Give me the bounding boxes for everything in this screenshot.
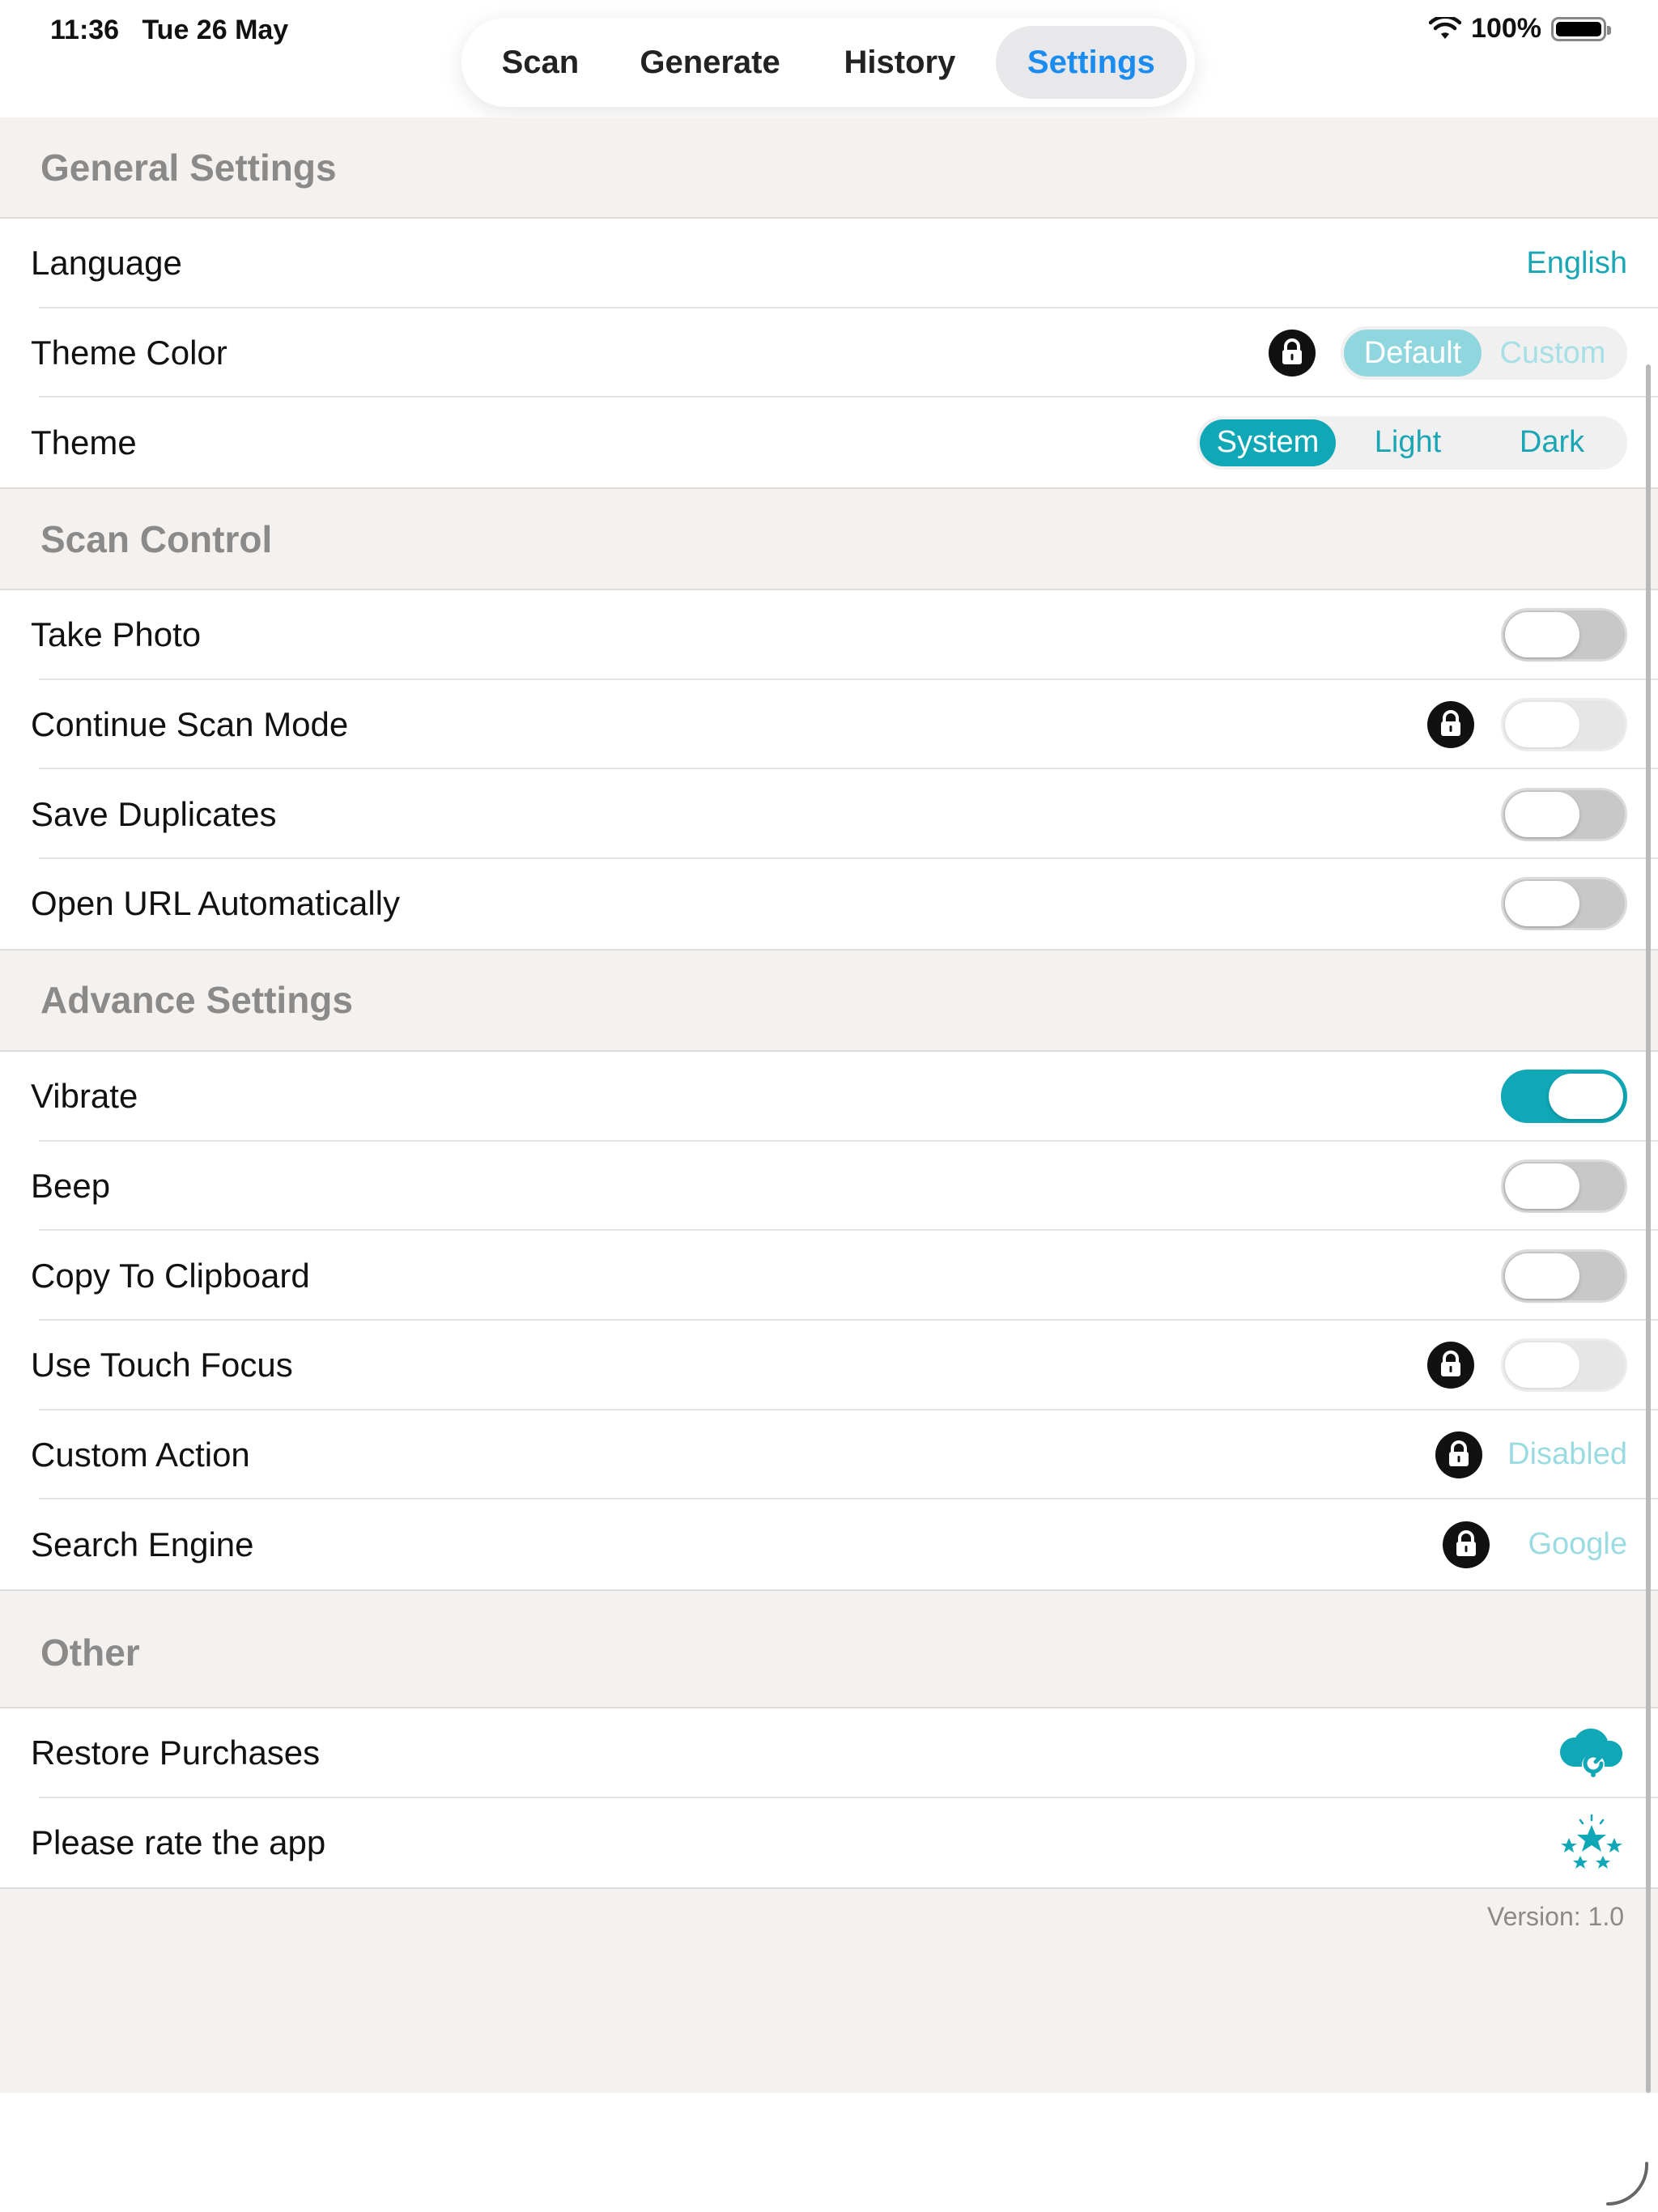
row-theme-color: Theme Color Default Custom [0, 308, 1658, 398]
row-label: Open URL Automatically [31, 884, 400, 923]
lock-icon [1427, 1342, 1474, 1389]
section-header-general: General Settings [0, 117, 1658, 219]
theme-segmented[interactable]: System Light Dark [1197, 415, 1627, 470]
section-header-advance: Advance Settings [0, 951, 1658, 1052]
version-label: Version: 1.0 [1487, 1902, 1624, 1932]
continue-scan-mode-toggle[interactable] [1501, 698, 1627, 752]
row-use-touch-focus: Use Touch Focus [0, 1321, 1658, 1410]
lock-icon [1269, 330, 1316, 377]
row-label: Theme Color [31, 334, 227, 372]
save-duplicates-toggle[interactable] [1501, 787, 1627, 841]
tab-history[interactable]: History [810, 26, 988, 99]
battery-percent: 100% [1471, 13, 1541, 44]
cloud-restore-icon [1559, 1729, 1623, 1778]
row-label: Save Duplicates [31, 794, 277, 833]
row-label: Restore Purchases [31, 1733, 321, 1772]
row-label: Vibrate [31, 1077, 138, 1116]
row-search-engine[interactable]: Search Engine Google [0, 1499, 1658, 1589]
theme-color-segmented[interactable]: Default Custom [1341, 326, 1627, 381]
section-header-other: Other [0, 1591, 1658, 1708]
row-open-url-automatically: Open URL Automatically [0, 859, 1658, 949]
wifi-icon [1429, 16, 1462, 39]
custom-action-value[interactable]: Disabled [1507, 1437, 1627, 1472]
lock-icon [1427, 701, 1474, 749]
row-save-duplicates: Save Duplicates [0, 769, 1658, 859]
tab-generate[interactable]: Generate [614, 26, 806, 99]
row-theme: Theme System Light Dark [0, 398, 1658, 487]
row-label: Theme [31, 423, 137, 462]
theme-light[interactable]: Light [1336, 419, 1480, 466]
status-time: 11:36 Tue 26 May [50, 15, 289, 45]
row-vibrate: Vibrate [0, 1052, 1658, 1142]
battery-icon [1551, 16, 1611, 41]
lock-icon [1443, 1521, 1490, 1568]
settings-list[interactable]: General Settings Language English Theme … [0, 117, 1658, 2093]
section-general: Language English Theme Color Default Cus… [0, 219, 1658, 490]
theme-color-default[interactable]: Default [1344, 330, 1482, 377]
loading-spinner-icon [1606, 2162, 1649, 2206]
vibrate-toggle[interactable] [1501, 1070, 1627, 1124]
section-advance: Vibrate Beep Copy To Clipboard Use Touch… [0, 1051, 1658, 1591]
row-language[interactable]: Language English [0, 219, 1658, 308]
search-engine-value[interactable]: Google [1528, 1527, 1627, 1562]
row-label: Continue Scan Mode [31, 705, 349, 744]
take-photo-toggle[interactable] [1501, 608, 1627, 662]
theme-system[interactable]: System [1200, 419, 1336, 466]
row-label: Language [31, 244, 182, 283]
theme-color-custom[interactable]: Custom [1482, 330, 1624, 376]
row-label: Copy To Clipboard [31, 1256, 310, 1295]
row-continue-scan-mode: Continue Scan Mode [0, 680, 1658, 770]
row-beep: Beep [0, 1142, 1658, 1231]
section-header-scan-control: Scan Control [0, 489, 1658, 591]
copy-to-clipboard-toggle[interactable] [1501, 1249, 1627, 1303]
row-take-photo: Take Photo [0, 590, 1658, 680]
tab-scan[interactable]: Scan [476, 26, 605, 99]
section-other: Restore Purchases Please rate the app [0, 1708, 1658, 1890]
stars-icon [1561, 1814, 1622, 1869]
language-value[interactable]: English [1526, 246, 1627, 281]
top-tab-bar: Scan Generate History Settings [461, 18, 1195, 107]
row-custom-action[interactable]: Custom Action Disabled [0, 1410, 1658, 1500]
row-label: Take Photo [31, 615, 202, 654]
beep-toggle[interactable] [1501, 1159, 1627, 1213]
row-label: Search Engine [31, 1525, 254, 1563]
tab-settings[interactable]: Settings [995, 26, 1187, 99]
row-rate-app[interactable]: Please rate the app [0, 1798, 1658, 1888]
row-label: Please rate the app [31, 1823, 326, 1861]
row-label: Beep [31, 1166, 111, 1205]
row-label: Custom Action [31, 1435, 250, 1474]
row-copy-to-clipboard: Copy To Clipboard [0, 1231, 1658, 1321]
row-restore-purchases[interactable]: Restore Purchases [0, 1708, 1658, 1798]
open-url-toggle[interactable] [1501, 877, 1627, 931]
section-scan-control: Take Photo Continue Scan Mode Save Dupli… [0, 590, 1658, 951]
row-label: Use Touch Focus [31, 1346, 293, 1385]
theme-dark[interactable]: Dark [1480, 419, 1624, 466]
scrollbar[interactable] [1646, 364, 1651, 2093]
status-indicators: 100% [1429, 13, 1611, 45]
use-touch-focus-toggle[interactable] [1501, 1338, 1627, 1393]
lock-icon [1435, 1431, 1483, 1478]
